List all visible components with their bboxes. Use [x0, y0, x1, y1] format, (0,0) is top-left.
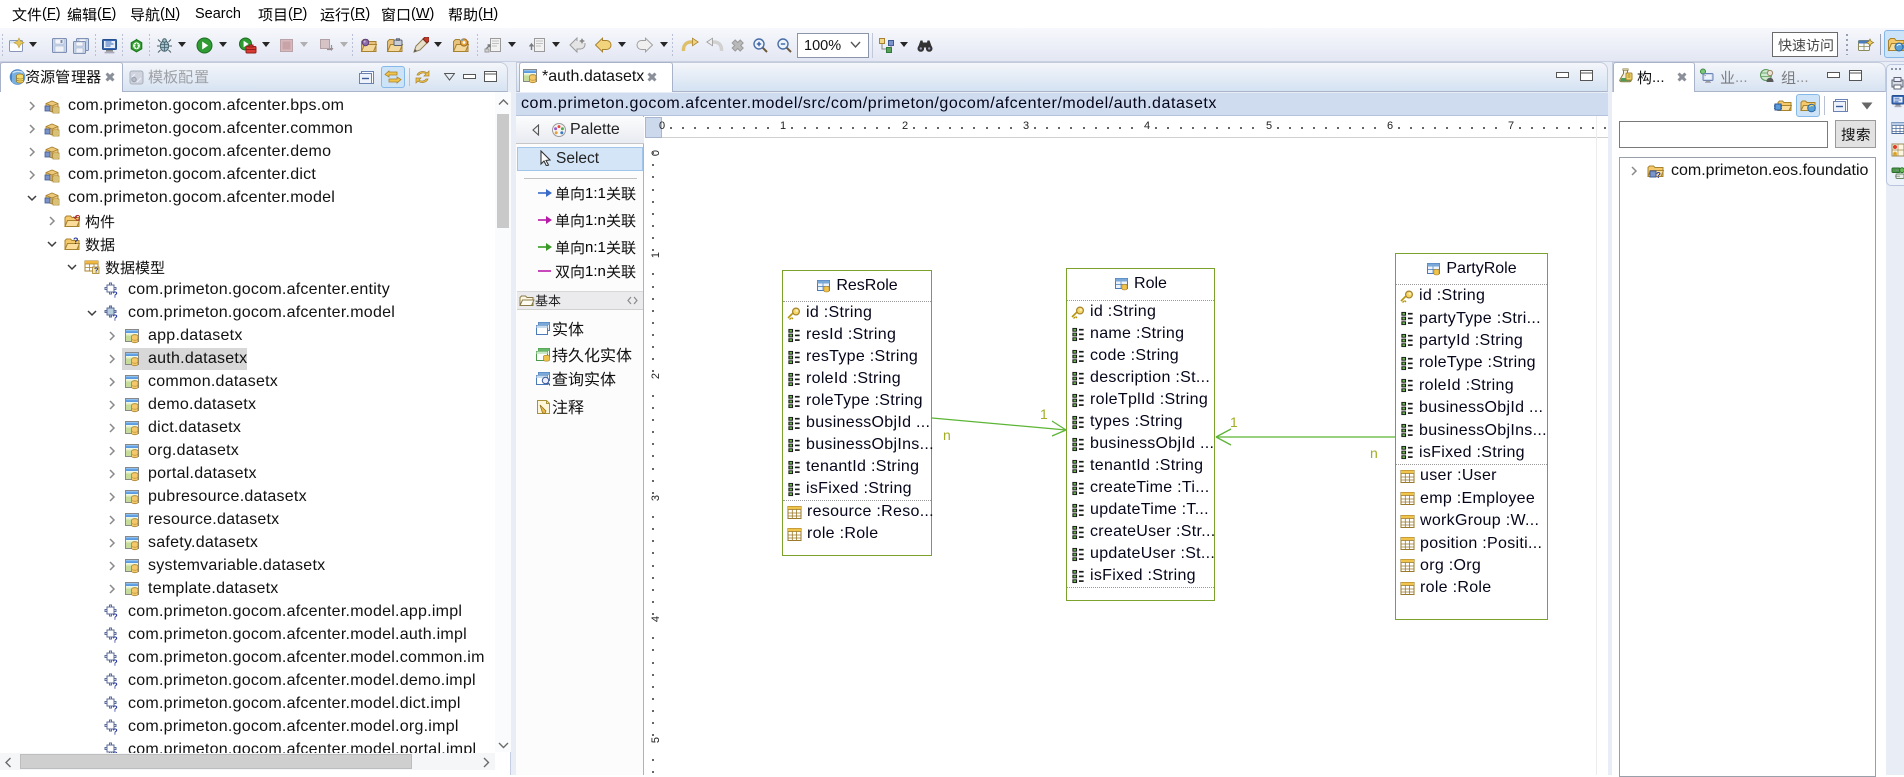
svg-text:?: ?	[113, 704, 118, 713]
svg-text:?: ?	[94, 266, 99, 275]
svg-text:1: 1	[1230, 414, 1238, 430]
svg-text:?: ?	[113, 727, 118, 736]
svg-text:?: ?	[113, 290, 118, 299]
svg-text:?: ?	[113, 313, 118, 322]
svg-text:?: ?	[1656, 171, 1661, 180]
svg-text:?: ?	[113, 658, 118, 667]
svg-text:n: n	[943, 427, 951, 443]
svg-text:?: ?	[73, 236, 79, 246]
svg-text:?: ?	[113, 635, 118, 644]
svg-text:⟲: ⟲	[73, 213, 80, 223]
svg-text:?: ?	[113, 612, 118, 621]
svg-text:?: ?	[113, 681, 118, 690]
svg-text:1: 1	[1040, 406, 1048, 422]
svg-text:n: n	[1370, 445, 1378, 461]
